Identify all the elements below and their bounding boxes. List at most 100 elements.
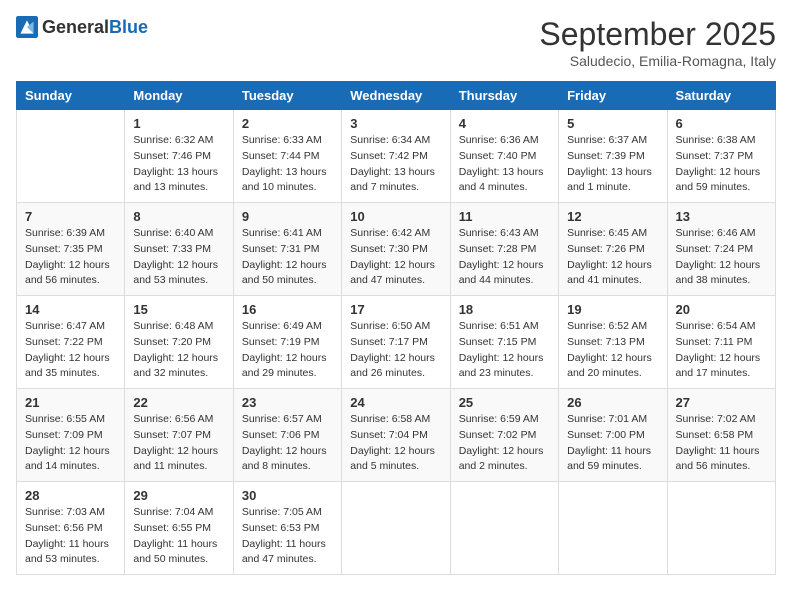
calendar-header: SundayMondayTuesdayWednesdayThursdayFrid…: [17, 82, 776, 110]
calendar-cell: 12 Sunrise: 6:45 AM Sunset: 7:26 PM Dayli…: [559, 203, 667, 296]
day-info: Sunrise: 7:05 AM Sunset: 6:53 PM Dayligh…: [242, 505, 333, 568]
calendar-cell: [450, 482, 558, 575]
header-cell-saturday: Saturday: [667, 82, 775, 110]
calendar-cell: 8 Sunrise: 6:40 AM Sunset: 7:33 PM Daylig…: [125, 203, 233, 296]
day-number: 6: [676, 116, 767, 131]
day-number: 1: [133, 116, 224, 131]
calendar-cell: 25 Sunrise: 6:59 AM Sunset: 7:02 PM Dayli…: [450, 389, 558, 482]
calendar-cell: 10 Sunrise: 6:42 AM Sunset: 7:30 PM Dayli…: [342, 203, 450, 296]
day-info: Sunrise: 7:03 AM Sunset: 6:56 PM Dayligh…: [25, 505, 116, 568]
day-number: 4: [459, 116, 550, 131]
calendar-cell: 13 Sunrise: 6:46 AM Sunset: 7:24 PM Dayli…: [667, 203, 775, 296]
calendar-body: 1Sunrise: 6:32 AM Sunset: 7:46 PM Daylig…: [17, 110, 776, 575]
day-number: 3: [350, 116, 441, 131]
header-cell-wednesday: Wednesday: [342, 82, 450, 110]
header-row: SundayMondayTuesdayWednesdayThursdayFrid…: [17, 82, 776, 110]
day-number: 2: [242, 116, 333, 131]
header-cell-sunday: Sunday: [17, 82, 125, 110]
day-number: 27: [676, 395, 767, 410]
calendar-week-2: 14 Sunrise: 6:47 AM Sunset: 7:22 PM Dayli…: [17, 296, 776, 389]
day-number: 23: [242, 395, 333, 410]
calendar-cell: 24 Sunrise: 6:58 AM Sunset: 7:04 PM Dayli…: [342, 389, 450, 482]
day-info: Sunrise: 6:50 AM Sunset: 7:17 PM Dayligh…: [350, 319, 441, 382]
day-info: Sunrise: 6:42 AM Sunset: 7:30 PM Dayligh…: [350, 226, 441, 289]
calendar-cell: 22 Sunrise: 6:56 AM Sunset: 7:07 PM Dayli…: [125, 389, 233, 482]
header-cell-thursday: Thursday: [450, 82, 558, 110]
day-info: Sunrise: 6:43 AM Sunset: 7:28 PM Dayligh…: [459, 226, 550, 289]
header: GeneralBlue September 2025 Saludecio, Em…: [16, 16, 776, 69]
day-info: Sunrise: 6:36 AM Sunset: 7:40 PM Dayligh…: [459, 133, 550, 196]
header-cell-monday: Monday: [125, 82, 233, 110]
calendar-cell: 1Sunrise: 6:32 AM Sunset: 7:46 PM Daylig…: [125, 110, 233, 203]
day-info: Sunrise: 6:33 AM Sunset: 7:44 PM Dayligh…: [242, 133, 333, 196]
calendar-cell: [342, 482, 450, 575]
day-info: Sunrise: 6:55 AM Sunset: 7:09 PM Dayligh…: [25, 412, 116, 475]
calendar-cell: 21 Sunrise: 6:55 AM Sunset: 7:09 PM Dayli…: [17, 389, 125, 482]
day-number: 14: [25, 302, 116, 317]
day-info: Sunrise: 7:04 AM Sunset: 6:55 PM Dayligh…: [133, 505, 224, 568]
calendar-cell: 2 Sunrise: 6:33 AM Sunset: 7:44 PM Daylig…: [233, 110, 341, 203]
day-info: Sunrise: 6:48 AM Sunset: 7:20 PM Dayligh…: [133, 319, 224, 382]
header-cell-friday: Friday: [559, 82, 667, 110]
calendar-cell: [667, 482, 775, 575]
day-info: Sunrise: 6:37 AM Sunset: 7:39 PM Dayligh…: [567, 133, 658, 196]
calendar-cell: 27 Sunrise: 7:02 AM Sunset: 6:58 PM Dayli…: [667, 389, 775, 482]
day-number: 5: [567, 116, 658, 131]
day-info: Sunrise: 6:45 AM Sunset: 7:26 PM Dayligh…: [567, 226, 658, 289]
day-info: Sunrise: 6:49 AM Sunset: 7:19 PM Dayligh…: [242, 319, 333, 382]
day-info: Sunrise: 6:51 AM Sunset: 7:15 PM Dayligh…: [459, 319, 550, 382]
logo: GeneralBlue: [16, 16, 148, 38]
day-info: Sunrise: 6:46 AM Sunset: 7:24 PM Dayligh…: [676, 226, 767, 289]
calendar-cell: 14 Sunrise: 6:47 AM Sunset: 7:22 PM Dayli…: [17, 296, 125, 389]
calendar-cell: 4 Sunrise: 6:36 AM Sunset: 7:40 PM Daylig…: [450, 110, 558, 203]
day-number: 19: [567, 302, 658, 317]
day-info: Sunrise: 6:40 AM Sunset: 7:33 PM Dayligh…: [133, 226, 224, 289]
day-number: 20: [676, 302, 767, 317]
calendar-cell: 15 Sunrise: 6:48 AM Sunset: 7:20 PM Dayli…: [125, 296, 233, 389]
day-info: Sunrise: 6:57 AM Sunset: 7:06 PM Dayligh…: [242, 412, 333, 475]
calendar-cell: 26 Sunrise: 7:01 AM Sunset: 7:00 PM Dayli…: [559, 389, 667, 482]
day-number: 15: [133, 302, 224, 317]
day-info: Sunrise: 6:47 AM Sunset: 7:22 PM Dayligh…: [25, 319, 116, 382]
day-number: 25: [459, 395, 550, 410]
day-info: Sunrise: 6:59 AM Sunset: 7:02 PM Dayligh…: [459, 412, 550, 475]
day-info: Sunrise: 6:56 AM Sunset: 7:07 PM Dayligh…: [133, 412, 224, 475]
calendar-cell: 23 Sunrise: 6:57 AM Sunset: 7:06 PM Dayli…: [233, 389, 341, 482]
title-area: September 2025 Saludecio, Emilia-Romagna…: [539, 16, 776, 69]
day-number: 12: [567, 209, 658, 224]
day-number: 13: [676, 209, 767, 224]
calendar-cell: 6Sunrise: 6:38 AM Sunset: 7:37 PM Daylig…: [667, 110, 775, 203]
calendar-cell: 7Sunrise: 6:39 AM Sunset: 7:35 PM Daylig…: [17, 203, 125, 296]
calendar-cell: 18 Sunrise: 6:51 AM Sunset: 7:15 PM Dayli…: [450, 296, 558, 389]
calendar-cell: 3Sunrise: 6:34 AM Sunset: 7:42 PM Daylig…: [342, 110, 450, 203]
calendar-cell: 19Sunrise: 6:52 AM Sunset: 7:13 PM Dayli…: [559, 296, 667, 389]
day-number: 8: [133, 209, 224, 224]
calendar-cell: 9Sunrise: 6:41 AM Sunset: 7:31 PM Daylig…: [233, 203, 341, 296]
day-number: 29: [133, 488, 224, 503]
day-info: Sunrise: 6:58 AM Sunset: 7:04 PM Dayligh…: [350, 412, 441, 475]
day-number: 16: [242, 302, 333, 317]
day-info: Sunrise: 7:02 AM Sunset: 6:58 PM Dayligh…: [676, 412, 767, 475]
calendar-table: SundayMondayTuesdayWednesdayThursdayFrid…: [16, 81, 776, 575]
day-number: 21: [25, 395, 116, 410]
day-number: 9: [242, 209, 333, 224]
calendar-cell: 28 Sunrise: 7:03 AM Sunset: 6:56 PM Dayli…: [17, 482, 125, 575]
day-number: 17: [350, 302, 441, 317]
calendar-week-3: 21 Sunrise: 6:55 AM Sunset: 7:09 PM Dayli…: [17, 389, 776, 482]
calendar-cell: 5 Sunrise: 6:37 AM Sunset: 7:39 PM Daylig…: [559, 110, 667, 203]
day-info: Sunrise: 6:54 AM Sunset: 7:11 PM Dayligh…: [676, 319, 767, 382]
day-number: 28: [25, 488, 116, 503]
day-info: Sunrise: 7:01 AM Sunset: 7:00 PM Dayligh…: [567, 412, 658, 475]
day-number: 22: [133, 395, 224, 410]
calendar-week-1: 7Sunrise: 6:39 AM Sunset: 7:35 PM Daylig…: [17, 203, 776, 296]
calendar-cell: 20 Sunrise: 6:54 AM Sunset: 7:11 PM Dayli…: [667, 296, 775, 389]
calendar-week-4: 28 Sunrise: 7:03 AM Sunset: 6:56 PM Dayli…: [17, 482, 776, 575]
day-number: 18: [459, 302, 550, 317]
day-number: 26: [567, 395, 658, 410]
location-subtitle: Saludecio, Emilia-Romagna, Italy: [539, 53, 776, 69]
calendar-week-0: 1Sunrise: 6:32 AM Sunset: 7:46 PM Daylig…: [17, 110, 776, 203]
day-number: 10: [350, 209, 441, 224]
day-number: 7: [25, 209, 116, 224]
calendar-cell: 16 Sunrise: 6:49 AM Sunset: 7:19 PM Dayli…: [233, 296, 341, 389]
day-number: 24: [350, 395, 441, 410]
